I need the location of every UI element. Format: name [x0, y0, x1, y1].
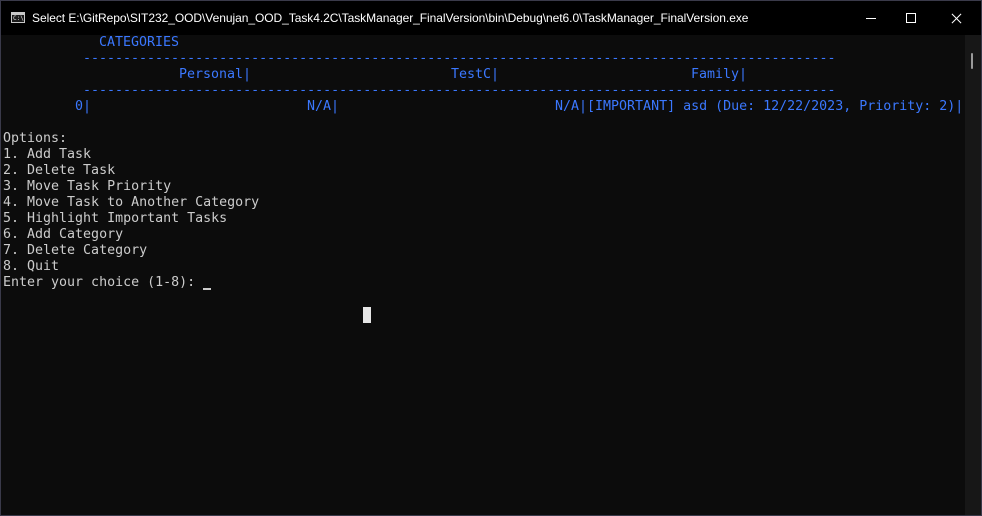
table-separator-top: ----------------------------------------…: [83, 51, 835, 66]
choice-prompt: Enter your choice (1-8):: [3, 275, 204, 290]
title-bar[interactable]: C:\ Select E:\GitRepo\SIT232_OOD\Venujan…: [1, 1, 981, 35]
menu-option-move-task-category: 4. Move Task to Another Category: [3, 195, 260, 210]
app-icon-label: C:\: [13, 15, 24, 22]
categories-heading: CATEGORIES: [99, 35, 180, 50]
console-app-icon[interactable]: C:\: [11, 12, 25, 23]
menu-option-quit: 8. Quit: [3, 259, 60, 274]
menu-option-move-task-priority: 3. Move Task Priority: [3, 179, 172, 194]
menu-option-delete-category: 7. Delete Category: [3, 243, 148, 258]
mouse-text-cursor: [363, 307, 371, 323]
maximize-button[interactable]: [888, 1, 934, 35]
category-header-family: Family|: [691, 67, 748, 82]
category-header-testc: TestC|: [451, 67, 500, 82]
table-row-index: 0|: [75, 99, 92, 114]
table-cell-personal: N/A|: [307, 99, 340, 114]
menu-option-delete-task: 2. Delete Task: [3, 163, 116, 178]
table-separator-bottom: ----------------------------------------…: [83, 83, 835, 98]
close-button[interactable]: [934, 1, 980, 35]
input-cursor: [203, 288, 211, 290]
menu-option-add-task: 1. Add Task: [3, 147, 92, 162]
table-cell-testc-family: N/A|[IMPORTANT] asd (Due: 12/22/2023, Pr…: [555, 99, 964, 114]
scrollbar-thumb[interactable]: [971, 53, 973, 69]
window-title: Select E:\GitRepo\SIT232_OOD\Venujan_OOD…: [32, 11, 749, 25]
vertical-scrollbar[interactable]: [965, 35, 981, 515]
category-header-personal: Personal|: [179, 67, 252, 82]
options-label: Options:: [3, 131, 68, 146]
console-output[interactable]: CATEGORIES -----------------------------…: [1, 35, 965, 515]
menu-option-highlight-important: 5. Highlight Important Tasks: [3, 211, 228, 226]
menu-option-add-category: 6. Add Category: [3, 227, 124, 242]
console-window: C:\ Select E:\GitRepo\SIT232_OOD\Venujan…: [0, 0, 982, 516]
